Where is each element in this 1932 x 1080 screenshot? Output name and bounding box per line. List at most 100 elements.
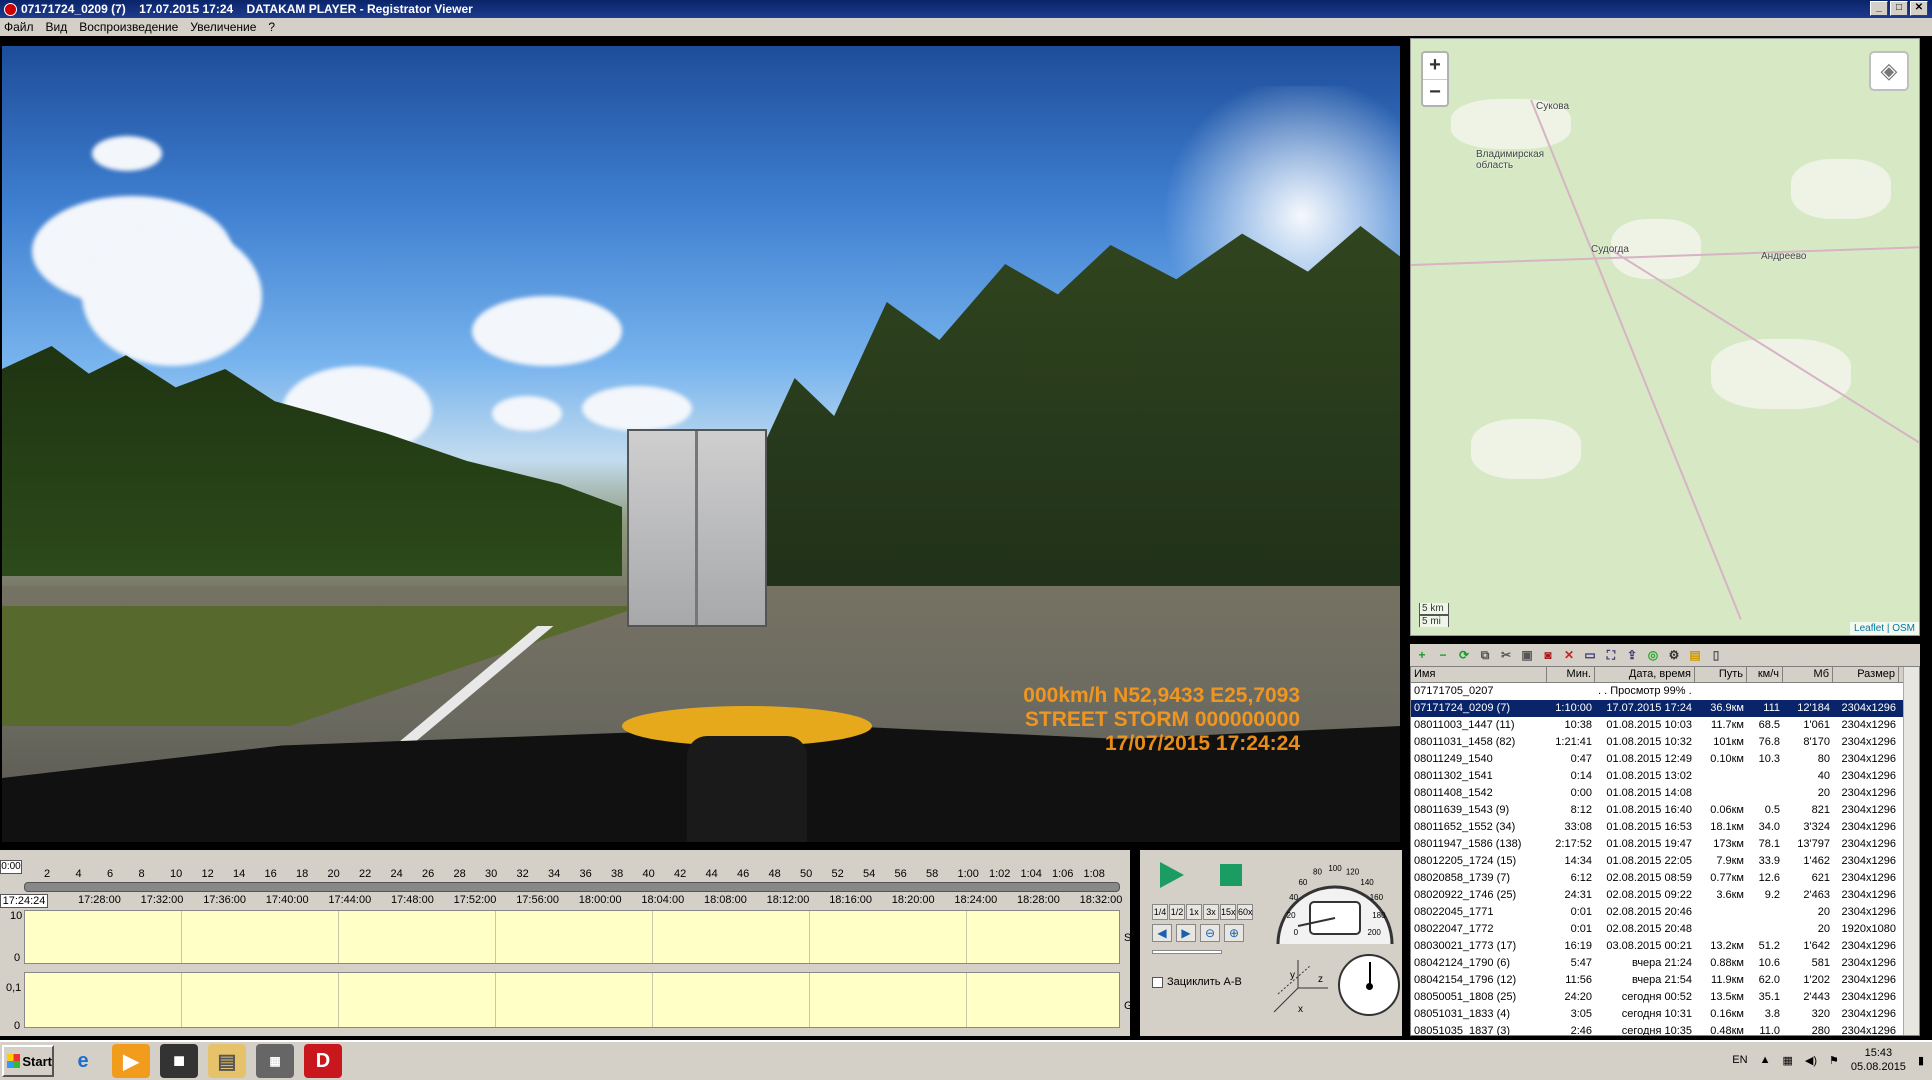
file-row[interactable]: 08050051_1808 (25) 24:20 сегодня 00:52 13.5… (1411, 989, 1919, 1006)
gps-icon[interactable]: ◎ (1645, 647, 1661, 663)
volume-icon[interactable]: ◀) (1805, 1054, 1817, 1067)
timeline-tick: 1:06 (1052, 868, 1074, 880)
cell-resolution: 2304x1296 (1841, 991, 1896, 1003)
speed-15x-button[interactable]: 15x (1220, 904, 1236, 920)
loop-ab-checkbox[interactable] (1152, 976, 1163, 988)
menu-file[interactable]: Файл (4, 20, 34, 34)
file-row[interactable]: 08011639_1543 (9) 8:12 01.08.2015 16:40 0.0… (1411, 802, 1919, 819)
file-row[interactable]: 07171724_0209 (7) 1:10:00 17.07.2015 17:24… (1411, 700, 1919, 717)
file-row[interactable]: 08011249_1540 0:47 01.08.2015 12:49 0.10км 1… (1411, 751, 1919, 768)
speed-half-button[interactable]: 1/2 (1169, 904, 1185, 920)
show-desktop-icon[interactable]: ▮ (1918, 1054, 1924, 1067)
zoom-out-button[interactable]: ⊖ (1200, 924, 1220, 942)
file-row[interactable]: 08020858_1739 (7) 6:12 02.08.2015 08:59 0.7… (1411, 870, 1919, 887)
prev-frame-button[interactable]: ◀ (1152, 924, 1172, 942)
cell-name: 08042154_1796 (12) (1414, 974, 1517, 986)
file-explorer-icon[interactable]: ▤ (208, 1044, 246, 1078)
speed-quarter-button[interactable]: 1/4 (1152, 904, 1168, 920)
datakam-player-icon[interactable]: D (304, 1044, 342, 1078)
column-datetime[interactable]: Дата, время (1595, 667, 1695, 682)
gsensor-graph[interactable] (24, 972, 1120, 1028)
file-row[interactable]: 08011302_1541 0:14 01.08.2015 13:02 40 2304x… (1411, 768, 1919, 785)
close-button[interactable]: ✕ (1910, 1, 1928, 16)
save-icon[interactable]: ▣ (1519, 647, 1535, 663)
map-layers-button[interactable]: ◈ (1869, 51, 1909, 91)
zoom-in-button[interactable]: ⊕ (1224, 924, 1244, 942)
file-row[interactable]: 08011408_1542 0:00 01.08.2015 14:08 20 2304x… (1411, 785, 1919, 802)
menu-view[interactable]: Вид (46, 20, 68, 34)
volume-slider[interactable] (1152, 950, 1222, 954)
document-icon[interactable]: ▯ (1708, 647, 1724, 663)
map-panel[interactable]: + − ◈ Владимирская область Судогда Андре… (1410, 38, 1920, 636)
maximize-button[interactable]: □ (1890, 1, 1908, 16)
column-resolution[interactable]: Размер (1833, 667, 1899, 682)
speed-1x-button[interactable]: 1x (1186, 904, 1202, 920)
camera-icon[interactable]: ◙ (1540, 647, 1556, 663)
file-row[interactable]: 08011652_1552 (34) 33:08 01.08.2015 16:53 1… (1411, 819, 1919, 836)
window-icon[interactable]: ▭ (1582, 647, 1598, 663)
map-zoom-in-button[interactable]: + (1423, 53, 1447, 79)
browser-icon[interactable]: e (64, 1044, 102, 1078)
speed-3x-button[interactable]: 3x (1203, 904, 1219, 920)
start-button[interactable]: Start (2, 1045, 54, 1077)
speed-graph-min: 0 (14, 952, 21, 964)
map-attribution[interactable]: Leaflet | OSM (1850, 622, 1919, 635)
column-name[interactable]: Имя (1411, 667, 1547, 682)
export-icon[interactable]: ⇪ (1624, 647, 1640, 663)
file-row[interactable]: 08051035_1837 (3) 2:46 сегодня 10:35 0.48км… (1411, 1023, 1919, 1035)
column-speed[interactable]: км/ч (1747, 667, 1783, 682)
file-row[interactable]: 08020922_1746 (25) 24:31 02.08.2015 09:22 3… (1411, 887, 1919, 904)
system-icon[interactable]: ■ (160, 1044, 198, 1078)
file-row[interactable]: 07171705_0207 . . Просмотр 99% . . . (1411, 683, 1919, 700)
media-player-icon[interactable]: ▶ (112, 1044, 150, 1078)
delete-icon[interactable]: ✕ (1561, 647, 1577, 663)
cell-megabytes: 1'061 (1803, 719, 1830, 731)
play-button[interactable] (1160, 862, 1184, 888)
refresh-icon[interactable]: ⟳ (1456, 647, 1472, 663)
video-frame[interactable]: 000km/h N52,9433 E25,7093 STREET STORM 0… (2, 46, 1400, 842)
timeline-scrubber[interactable] (24, 882, 1120, 892)
menu-zoom[interactable]: Увеличение (190, 20, 256, 34)
map-zoom-out-button[interactable]: − (1423, 79, 1447, 105)
speed-graph[interactable] (24, 910, 1120, 964)
file-row[interactable]: 08011947_1586 (138) 2:17:52 01.08.2015 19:… (1411, 836, 1919, 853)
video-editor-icon[interactable]: ▦ (256, 1044, 294, 1078)
menu-help[interactable]: ? (268, 20, 275, 34)
column-minutes[interactable]: Мин. (1547, 667, 1595, 682)
file-list[interactable]: Имя Мин. Дата, время Путь км/ч Мб Размер… (1410, 666, 1920, 1036)
timeline-tick: 1:08 (1083, 868, 1105, 880)
flag-icon[interactable]: ⚑ (1829, 1054, 1839, 1067)
file-row[interactable]: 08011031_1458 (82) 1:21:41 01.08.2015 10:3… (1411, 734, 1919, 751)
file-row[interactable]: 08042124_1790 (6) 5:47 вчера 21:24 0.88км 10… (1411, 955, 1919, 972)
folder-icon[interactable]: ▤ (1687, 647, 1703, 663)
file-row[interactable]: 08030021_1773 (17) 16:19 03.08.2015 00:21 1… (1411, 938, 1919, 955)
add-icon[interactable]: + (1414, 647, 1430, 663)
tray-clock[interactable]: 15:43 05.08.2015 (1851, 1046, 1906, 1074)
file-list-body: 07171705_0207. . Просмотр 99% . . . 07171… (1411, 683, 1919, 1035)
speed-60x-button[interactable]: 60x (1237, 904, 1253, 920)
menu-playback[interactable]: Воспроизведение (79, 20, 178, 34)
loop-ab[interactable]: Зациклить A-B (1152, 976, 1242, 988)
settings-icon[interactable]: ⚙ (1666, 647, 1682, 663)
file-row[interactable]: 08011003_1447 (11) 10:38 01.08.2015 10:03 1… (1411, 717, 1919, 734)
copy-icon[interactable]: ⧉ (1477, 647, 1493, 663)
fullscreen-icon[interactable]: ⛶ (1603, 647, 1619, 663)
timeline-tick: 10 (170, 868, 183, 880)
next-frame-button[interactable]: ▶ (1176, 924, 1196, 942)
column-megabytes[interactable]: Мб (1783, 667, 1833, 682)
file-row[interactable]: 08022047_1772 0:01 02.08.2015 20:48 20 1920x… (1411, 921, 1919, 938)
language-indicator[interactable]: EN (1732, 1054, 1747, 1066)
file-row[interactable]: 08051031_1833 (4) 3:05 сегодня 10:31 0.16км… (1411, 1006, 1919, 1023)
column-distance[interactable]: Путь (1695, 667, 1747, 682)
stop-button[interactable] (1220, 864, 1242, 886)
tray-arrow-icon[interactable]: ▲ (1760, 1054, 1771, 1066)
file-row[interactable]: 08042154_1796 (12) 11:56 вчера 21:54 11.9км… (1411, 972, 1919, 989)
cut-icon[interactable]: ✂ (1498, 647, 1514, 663)
remove-icon[interactable]: − (1435, 647, 1451, 663)
cell-speed: 34.0 (1758, 821, 1780, 833)
file-row[interactable]: 08022045_1771 0:01 02.08.2015 20:46 20 2304x… (1411, 904, 1919, 921)
network-icon[interactable]: ▦ (1782, 1054, 1792, 1067)
file-row[interactable]: 08012205_1724 (15) 14:34 01.08.2015 22:05 7… (1411, 853, 1919, 870)
minimize-button[interactable]: _ (1870, 1, 1888, 16)
file-list-scrollbar[interactable] (1903, 667, 1919, 1035)
